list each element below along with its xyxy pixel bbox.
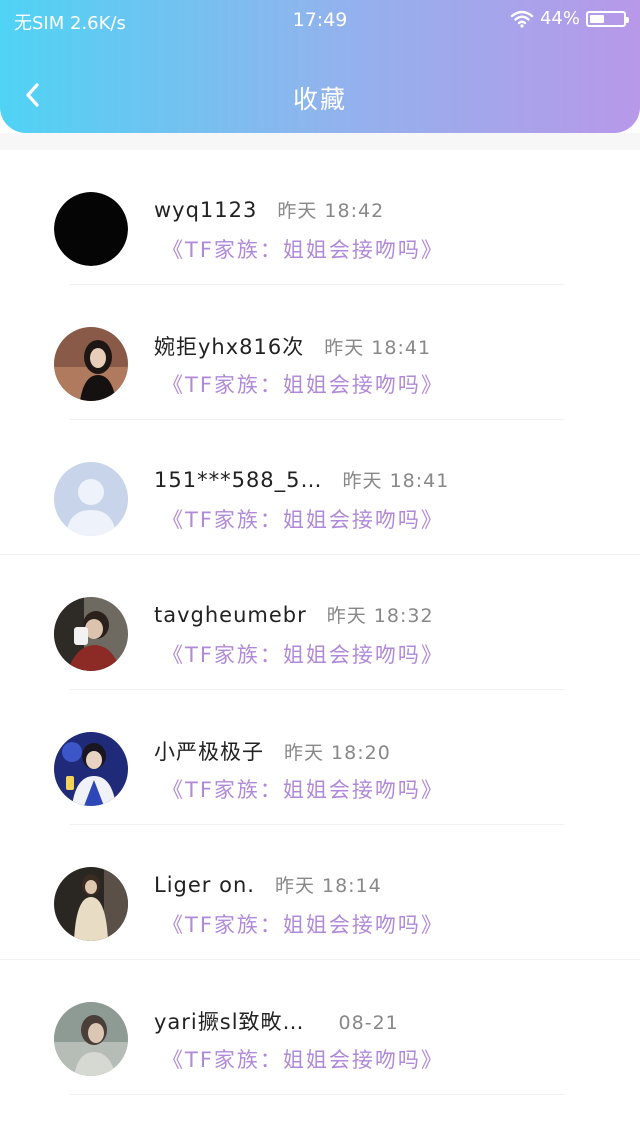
item-time: 昨天 18:42 (277, 200, 385, 222)
item-title: 《TF家族：姐姐会接吻吗》 (162, 1048, 444, 1072)
item-title: 《TF家族：姐姐会接吻吗》 (162, 373, 444, 397)
avatar (54, 867, 128, 941)
list-item[interactable]: Liger on. 昨天 18:14 《TF家族：姐姐会接吻吗》 (0, 825, 640, 960)
list-item[interactable]: 婉拒yhx816次 昨天 18:41 《TF家族：姐姐会接吻吗》 (0, 285, 640, 420)
item-title: 《TF家族：姐姐会接吻吗》 (162, 778, 444, 802)
user-name: 小严极极子 (154, 740, 264, 764)
user-name: wyq1123 (154, 198, 258, 222)
avatar (54, 327, 128, 401)
list-item[interactable]: tavgheumebr 昨天 18:32 《TF家族：姐姐会接吻吗》 (0, 555, 640, 690)
list-item[interactable]: yari撅sl致畋… 08-21 《TF家族：姐姐会接吻吗》 (0, 960, 640, 1095)
wifi-icon (510, 10, 534, 28)
user-name: Liger on. (154, 873, 255, 897)
item-title: 《TF家族：姐姐会接吻吗》 (162, 508, 444, 532)
list-item[interactable]: 小严极极子 昨天 18:20 《TF家族：姐姐会接吻吗》 (0, 690, 640, 825)
item-time: 昨天 18:14 (274, 875, 382, 897)
user-name: tavgheumebr (154, 603, 307, 627)
divider (70, 1094, 564, 1095)
header: 无SIM 2.6K/s 17:49 44% 收藏 (0, 0, 640, 133)
status-bar: 无SIM 2.6K/s 17:49 44% (0, 0, 640, 42)
default-avatar-icon (54, 462, 128, 536)
page-title: 收藏 (292, 85, 347, 114)
avatar (54, 732, 128, 806)
list-item[interactable]: 151***588_5… 昨天 18:41 《TF家族：姐姐会接吻吗》 (0, 420, 640, 555)
user-name: 151***588_5… (154, 468, 323, 492)
favorites-list: wyq1123 昨天 18:42 《TF家族：姐姐会接吻吗》 婉拒yhx816次… (0, 150, 640, 1095)
item-title: 《TF家族：姐姐会接吻吗》 (162, 913, 444, 937)
avatar (54, 192, 128, 266)
item-time: 昨天 18:41 (324, 337, 432, 359)
nav-bar: 收藏 (0, 60, 640, 130)
item-time: 昨天 18:20 (284, 742, 391, 764)
avatar (54, 1002, 128, 1076)
avatar (54, 597, 128, 671)
list-item[interactable]: wyq1123 昨天 18:42 《TF家族：姐姐会接吻吗》 (0, 150, 640, 285)
user-name: yari撅sl致畋… (154, 1010, 305, 1034)
item-time: 昨天 18:41 (342, 470, 450, 492)
avatar (54, 462, 128, 536)
item-time: 昨天 18:32 (326, 605, 434, 627)
user-name: 婉拒yhx816次 (154, 335, 305, 359)
status-right: 44% (510, 8, 629, 29)
header-separator (0, 133, 640, 150)
item-title: 《TF家族：姐姐会接吻吗》 (162, 238, 444, 262)
battery-icon (586, 10, 629, 27)
item-title: 《TF家族：姐姐会接吻吗》 (162, 643, 444, 667)
item-time: 08-21 (338, 1012, 399, 1034)
battery-percent: 44% (539, 8, 580, 29)
